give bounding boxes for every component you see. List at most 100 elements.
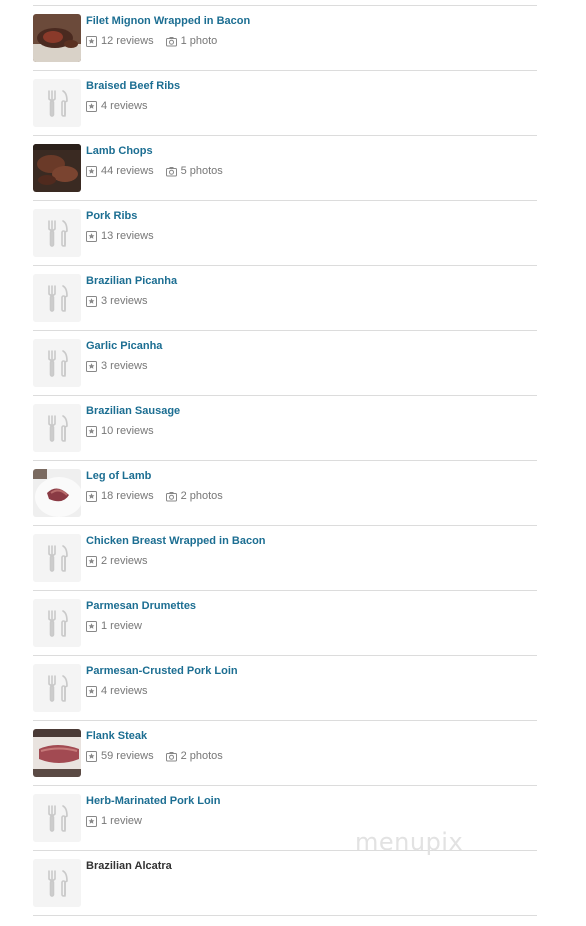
- menu-item-row: Brazilian Picanha 3 reviews: [33, 265, 537, 330]
- dish-photo-thumbnail[interactable]: [33, 729, 81, 777]
- menu-item-meta: 18 reviews 2 photos: [86, 490, 223, 502]
- review-star-icon: [86, 620, 97, 632]
- camera-icon: [165, 751, 177, 762]
- reviews-link[interactable]: 10 reviews: [86, 425, 154, 437]
- reviews-count: 3 reviews: [101, 360, 148, 372]
- reviews-link[interactable]: 18 reviews: [86, 490, 154, 502]
- review-star-icon: [86, 490, 97, 502]
- reviews-link[interactable]: 4 reviews: [86, 685, 147, 697]
- menu-item-meta: 4 reviews: [86, 685, 147, 697]
- photos-link[interactable]: 5 photos: [165, 165, 223, 177]
- menu-item-meta: 4 reviews: [86, 100, 147, 112]
- dish-photo-thumbnail[interactable]: [33, 144, 81, 192]
- menu-item-meta: 59 reviews 2 photos: [86, 750, 223, 762]
- review-star-icon: [86, 230, 97, 242]
- menu-item-meta: 12 reviews 1 photo: [86, 35, 217, 47]
- menu-item-row: Braised Beef Ribs 4 reviews: [33, 70, 537, 135]
- review-star-icon: [86, 100, 97, 112]
- menu-item-title[interactable]: Brazilian Sausage: [86, 405, 180, 417]
- reviews-count: 18 reviews: [101, 490, 154, 502]
- reviews-count: 1 review: [101, 815, 142, 827]
- menu-item-meta: 3 reviews: [86, 295, 147, 307]
- menu-item-row: Flank Steak 59 reviews 2 photos: [33, 720, 537, 785]
- reviews-count: 1 review: [101, 620, 142, 632]
- photos-link[interactable]: 1 photo: [165, 35, 218, 47]
- menu-item-title[interactable]: Brazilian Picanha: [86, 275, 177, 287]
- menu-item-title[interactable]: Filet Mignon Wrapped in Bacon: [86, 15, 250, 27]
- menu-item-meta: 44 reviews 5 photos: [86, 165, 223, 177]
- reviews-link[interactable]: 1 review: [86, 815, 142, 827]
- utensils-placeholder-icon: [33, 794, 81, 842]
- reviews-count: 44 reviews: [101, 165, 154, 177]
- camera-icon: [165, 166, 177, 177]
- menu-item-row: Lamb Chops 44 reviews 5 photos: [33, 135, 537, 200]
- menu-item-meta: 1 review: [86, 815, 142, 827]
- camera-icon: [165, 491, 177, 502]
- reviews-count: 13 reviews: [101, 230, 154, 242]
- menu-item-list: Filet Mignon Wrapped in Bacon 12 reviews 1…: [33, 5, 537, 916]
- review-star-icon: [86, 165, 97, 177]
- menu-item-row: Brazilian Alcatra: [33, 850, 537, 916]
- reviews-link[interactable]: 59 reviews: [86, 750, 154, 762]
- menu-item-row: Pork Ribs 13 reviews: [33, 200, 537, 265]
- menu-item-meta: 13 reviews: [86, 230, 154, 242]
- utensils-placeholder-icon: [33, 339, 81, 387]
- utensils-placeholder-icon: [33, 274, 81, 322]
- menu-item-meta: 1 review: [86, 620, 142, 632]
- menu-item-title[interactable]: Herb-Marinated Pork Loin: [86, 795, 220, 807]
- review-star-icon: [86, 555, 97, 567]
- menu-item-title[interactable]: Garlic Picanha: [86, 340, 162, 352]
- reviews-link[interactable]: 4 reviews: [86, 100, 147, 112]
- photos-count: 1 photo: [180, 35, 218, 47]
- menu-item-title[interactable]: Parmesan Drumettes: [86, 600, 196, 612]
- reviews-count: 10 reviews: [101, 425, 154, 437]
- menupix-watermark: menupix: [355, 828, 464, 856]
- utensils-placeholder-icon: [33, 209, 81, 257]
- menu-item-title[interactable]: Braised Beef Ribs: [86, 80, 180, 92]
- menu-item-title[interactable]: Leg of Lamb: [86, 470, 151, 482]
- camera-icon: [165, 36, 177, 47]
- menu-item-row: Filet Mignon Wrapped in Bacon 12 reviews 1…: [33, 5, 537, 70]
- review-star-icon: [86, 815, 97, 827]
- utensils-placeholder-icon: [33, 79, 81, 127]
- menu-item-row: Parmesan-Crusted Pork Loin 4 reviews: [33, 655, 537, 720]
- reviews-link[interactable]: 13 reviews: [86, 230, 154, 242]
- menu-item-meta: 2 reviews: [86, 555, 147, 567]
- reviews-count: 4 reviews: [101, 100, 148, 112]
- photos-count: 2 photos: [180, 490, 223, 502]
- utensils-placeholder-icon: [33, 599, 81, 647]
- menu-item-row: Garlic Picanha 3 reviews: [33, 330, 537, 395]
- menu-item-row: Brazilian Sausage 10 reviews: [33, 395, 537, 460]
- review-star-icon: [86, 685, 97, 697]
- menu-item-title[interactable]: Parmesan-Crusted Pork Loin: [86, 665, 238, 677]
- utensils-placeholder-icon: [33, 859, 81, 907]
- dish-photo-thumbnail[interactable]: [33, 14, 81, 62]
- reviews-link[interactable]: 2 reviews: [86, 555, 147, 567]
- reviews-link[interactable]: 3 reviews: [86, 360, 147, 372]
- photos-link[interactable]: 2 photos: [165, 750, 223, 762]
- menu-item-meta: 3 reviews: [86, 360, 147, 372]
- photos-count: 5 photos: [180, 165, 223, 177]
- menu-item-title[interactable]: Chicken Breast Wrapped in Bacon: [86, 535, 266, 547]
- menu-item-row: Leg of Lamb 18 reviews 2 photos: [33, 460, 537, 525]
- menu-item-meta: 10 reviews: [86, 425, 154, 437]
- utensils-placeholder-icon: [33, 404, 81, 452]
- menu-item-row: Parmesan Drumettes 1 review: [33, 590, 537, 655]
- menu-item-title[interactable]: Lamb Chops: [86, 145, 153, 157]
- reviews-link[interactable]: 3 reviews: [86, 295, 147, 307]
- photos-link[interactable]: 2 photos: [165, 490, 223, 502]
- utensils-placeholder-icon: [33, 664, 81, 712]
- review-star-icon: [86, 750, 97, 762]
- menu-item-title[interactable]: Flank Steak: [86, 730, 147, 742]
- reviews-link[interactable]: 1 review: [86, 620, 142, 632]
- reviews-count: 3 reviews: [101, 295, 148, 307]
- menu-item-row: Chicken Breast Wrapped in Bacon 2 reviews: [33, 525, 537, 590]
- reviews-count: 4 reviews: [101, 685, 148, 697]
- reviews-link[interactable]: 12 reviews: [86, 35, 154, 47]
- menu-item-title: Brazilian Alcatra: [86, 860, 172, 872]
- reviews-count: 12 reviews: [101, 35, 154, 47]
- dish-photo-thumbnail[interactable]: [33, 469, 81, 517]
- menu-item-title[interactable]: Pork Ribs: [86, 210, 137, 222]
- reviews-link[interactable]: 44 reviews: [86, 165, 154, 177]
- utensils-placeholder-icon: [33, 534, 81, 582]
